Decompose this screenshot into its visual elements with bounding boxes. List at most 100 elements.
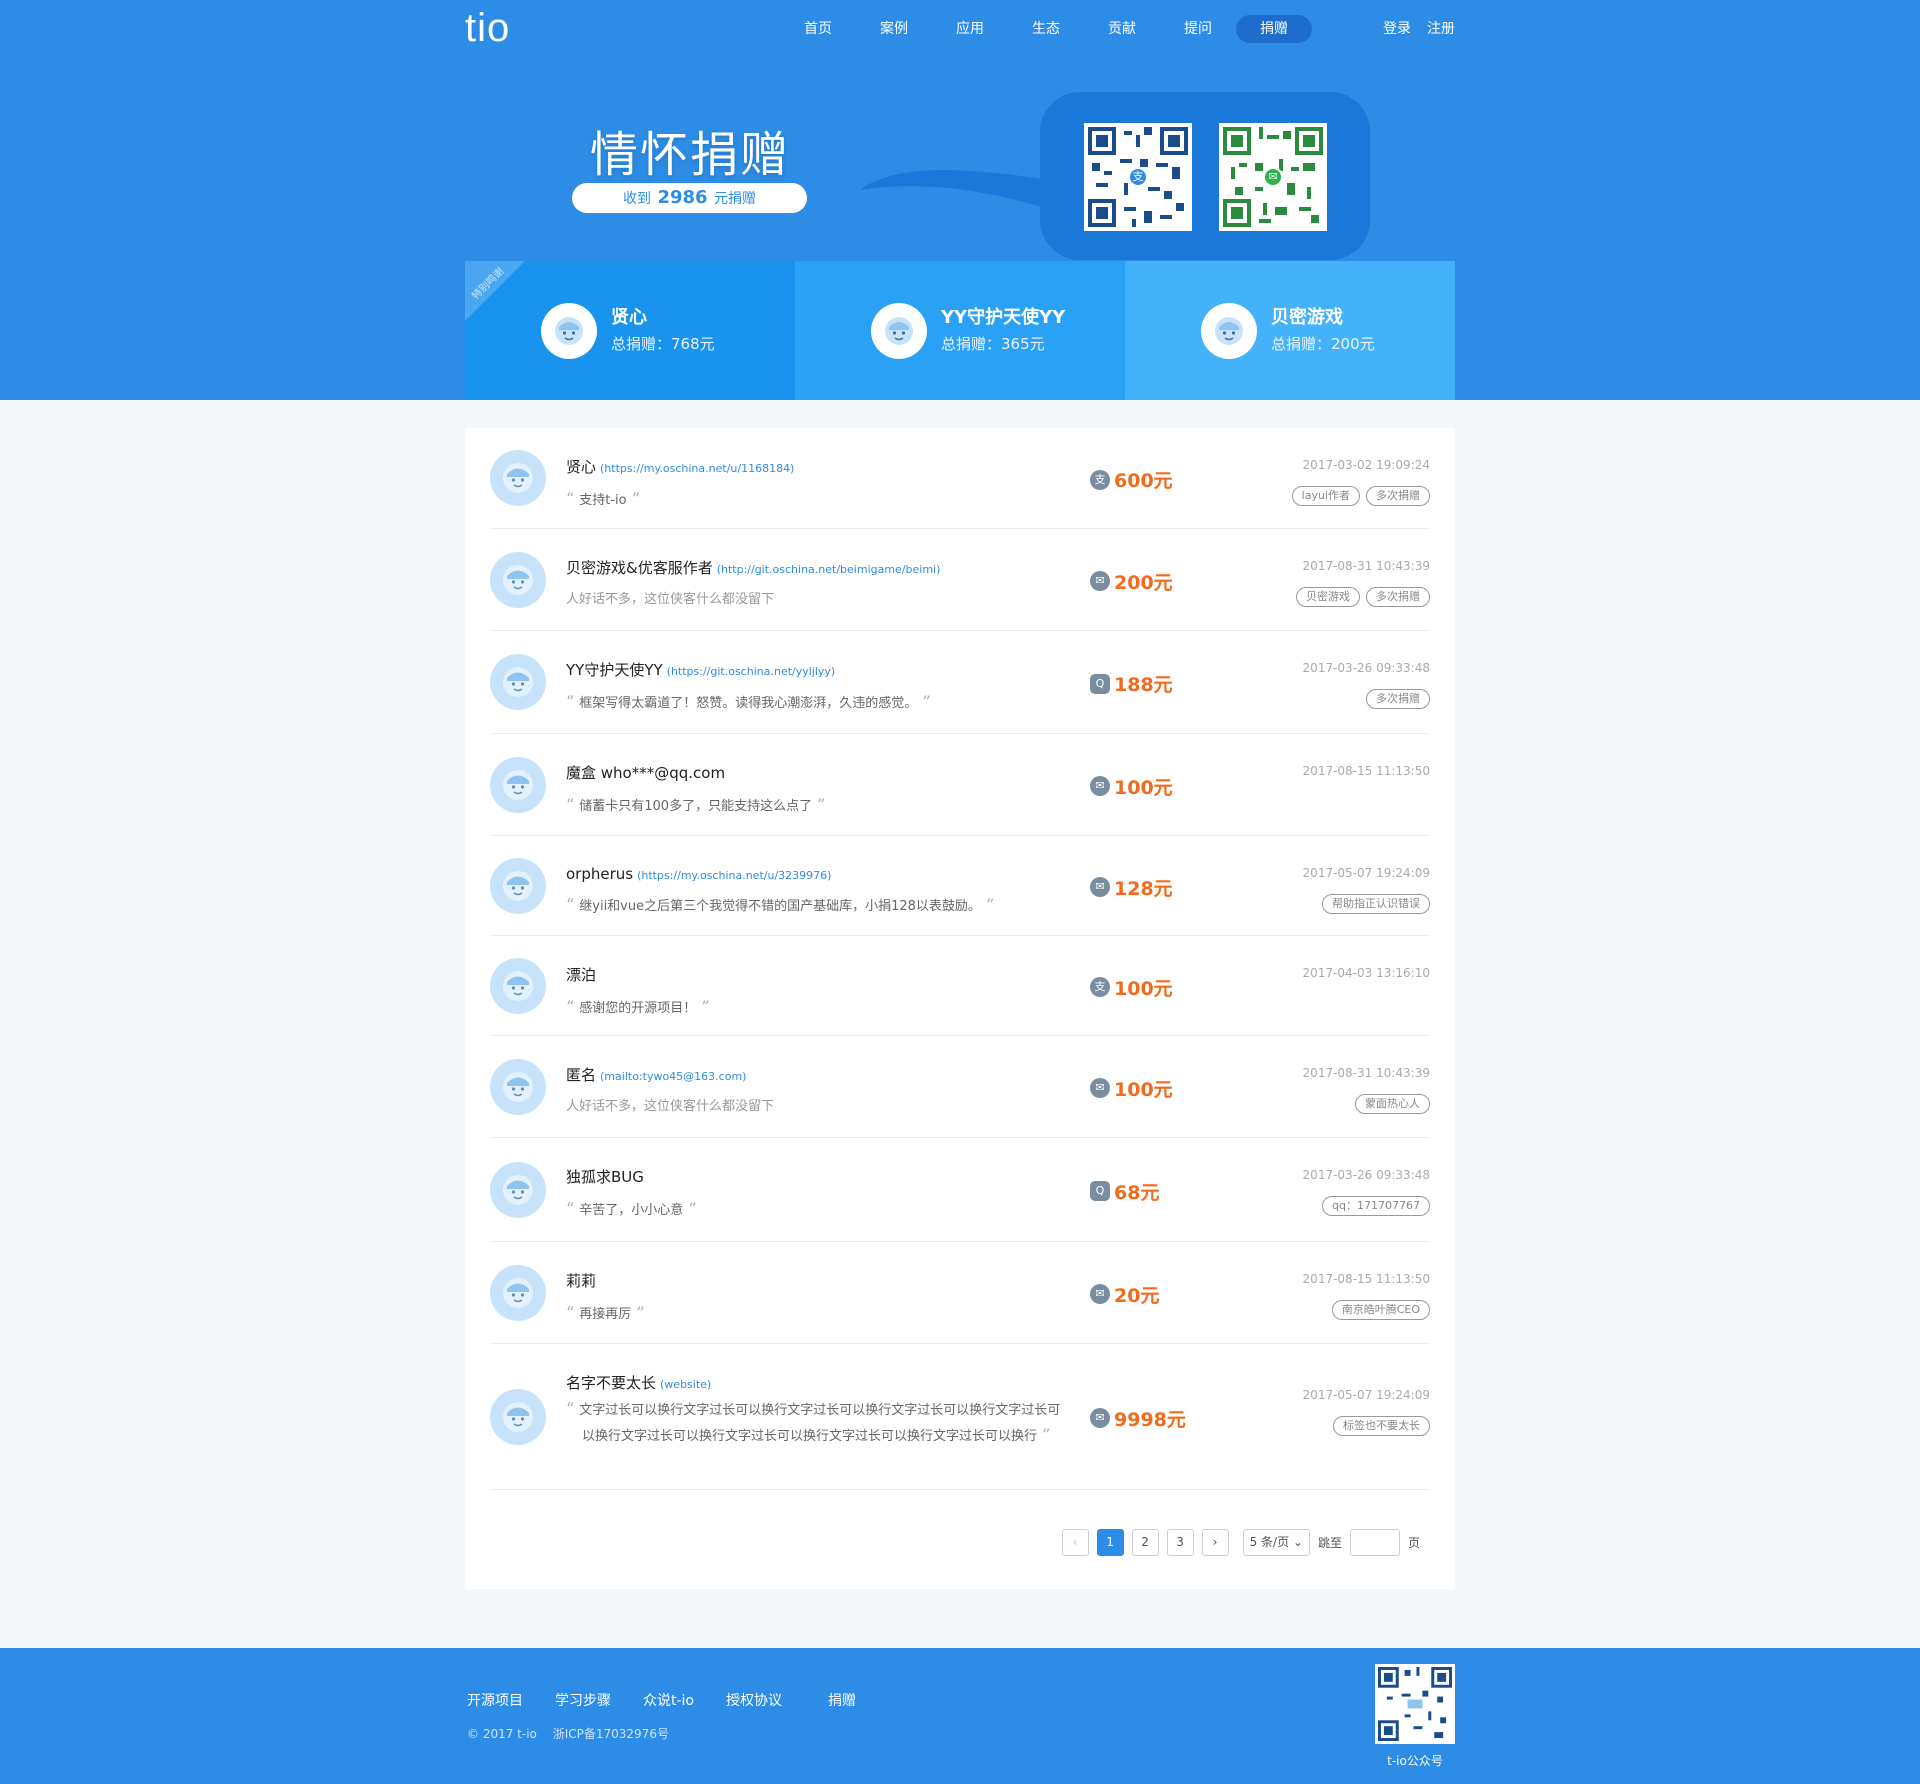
top-donor-name: 贝密游戏 (1271, 306, 1343, 328)
donation-panel: 贤心 (https://my.oschina.net/u/1168184) “ 支持… (465, 428, 1455, 1589)
avatar (490, 756, 546, 813)
donation-amount: Q 188元 (1090, 670, 1173, 697)
top-donor-total: 总捐赠：200元 (1271, 334, 1375, 353)
page-button-3[interactable]: 3 (1166, 1529, 1194, 1556)
amount-value: 188元 (1114, 674, 1173, 696)
close-quote-icon: ” (917, 692, 931, 711)
user-face-icon (1215, 316, 1243, 345)
page-button-2[interactable]: 2 (1131, 1529, 1159, 1556)
donation-meta: 2017-03-26 09:33:48 多次捐赠 (1303, 659, 1430, 709)
donor-link[interactable]: (http://git.oschina.net/beimigame/beimi) (717, 563, 941, 576)
donor-message: 框架写得太霸道了！怒赞。读得我心潮澎湃，久违的感觉。 (579, 696, 918, 711)
icp-text[interactable]: 浙ICP备17032976号 (553, 1727, 669, 1741)
main-nav: 首页 案例 应用 生态 贡献 提问 捐赠 (780, 15, 1312, 43)
donor-link[interactable]: (website) (660, 1378, 711, 1391)
donor-info: 名字不要太长 (website) “ 文字过长可以换行文字过长可以换行文字过长可以换… (566, 1372, 1066, 1449)
donation-time: 2017-05-07 19:24:09 (1302, 866, 1430, 880)
qq-icon: Q (1090, 1181, 1110, 1201)
user-face-icon (503, 769, 533, 800)
nav-ecosystem[interactable]: 生态 (1008, 15, 1084, 43)
donation-amount: ✉ 100元 (1090, 1075, 1173, 1102)
donor-link[interactable]: (mailto:tywo45@163.com) (600, 1070, 746, 1083)
footer-link-talk[interactable]: 众说t-io (643, 1690, 694, 1710)
donation-amount: 支 600元 (1090, 466, 1173, 493)
nav-apps[interactable]: 应用 (932, 15, 1008, 43)
close-quote-icon: ” (1037, 1425, 1051, 1444)
amount-value: 600元 (1114, 470, 1173, 492)
top-navbar: tio 首页 案例 应用 生态 贡献 提问 捐赠 登录 注册 (465, 0, 1455, 56)
close-quote-icon: ” (626, 489, 640, 508)
footer-link-projects[interactable]: 开源项目 (467, 1690, 523, 1710)
amount-value: 100元 (1114, 776, 1173, 799)
amount-value: 200元 (1114, 571, 1173, 594)
list-item: YY守护天使YY (https://git.oschina.net/yyljlyy… (490, 631, 1430, 734)
donor-message: 感谢您的开源项目！ (579, 1001, 697, 1016)
donor-info: orpherus (https://my.oschina.net/u/323997… (566, 864, 1086, 919)
user-face-icon (555, 316, 583, 345)
amount-value: 100元 (1114, 977, 1173, 1000)
top-donor-card: 特别鸣谢 贤心 总捐赠：768元 (465, 261, 795, 400)
next-page-button[interactable]: › (1201, 1529, 1229, 1556)
footer-link-donate[interactable]: 捐赠 (828, 1690, 856, 1710)
donor-tag: layui作者 (1291, 486, 1360, 506)
nav-contribute[interactable]: 贡献 (1084, 15, 1160, 43)
donor-info: 匿名 (mailto:tywo45@163.com) 人好话不多，这位侠客什么都没留… (566, 1064, 1086, 1119)
logo[interactable]: tio (465, 6, 510, 51)
donor-info: YY守护天使YY (https://git.oschina.net/yyljlyy… (566, 659, 1086, 716)
donation-meta: 2017-05-07 19:24:09 标签也不要太长 (1303, 1386, 1430, 1436)
nav-home[interactable]: 首页 (780, 15, 856, 43)
user-face-icon (885, 316, 913, 345)
donation-time: 2017-03-26 09:33:48 (1302, 1168, 1430, 1182)
donor-name: 莉莉 (566, 1272, 597, 1290)
donor-message: 继yii和vue之后第三个我觉得不错的国产基础库，小捐128以表鼓励。 (579, 899, 981, 914)
donor-name: 贤心 (566, 458, 597, 476)
nav-cases[interactable]: 案例 (856, 15, 932, 43)
page-button-1[interactable]: 1 (1096, 1529, 1124, 1556)
nav-donate[interactable]: 捐赠 (1236, 15, 1312, 43)
donor-message-wrap: “ 框架写得太霸道了！怒赞。读得我心潮澎湃，久违的感觉。 ” (566, 690, 1086, 716)
user-face-icon (503, 463, 533, 493)
page-size-select[interactable]: 5 条/页 ⌄ (1242, 1529, 1310, 1556)
top-donors: 特别鸣谢 贤心 总捐赠：768元 YY守护天使YY 总捐赠：365元 贝密游戏 … (465, 261, 1455, 400)
donor-name: 匿名 (566, 1066, 597, 1084)
hero-section: tio 首页 案例 应用 生态 贡献 提问 捐赠 登录 注册 情怀捐赠 收到 2… (0, 0, 1920, 400)
nav-ask[interactable]: 提问 (1160, 15, 1236, 43)
top-donor-card: YY守护天使YY 总捐赠：365元 (795, 261, 1125, 400)
donation-amount: ✉ 20元 (1090, 1281, 1159, 1308)
jump-page-input[interactable] (1349, 1529, 1400, 1556)
tag-list: 蒙面热心人 (1303, 1094, 1430, 1114)
qq-icon: Q (1090, 673, 1110, 694)
donor-name: 魔盒 who***@qq.com (566, 764, 726, 782)
list-item: orpherus (https://my.oschina.net/u/323997… (490, 836, 1430, 936)
donor-message-wrap: “ 支持t-io ” (566, 487, 1086, 513)
page-size-value: 5 条/页 (1249, 1535, 1290, 1549)
footer-link-license[interactable]: 授权协议 (726, 1690, 782, 1710)
user-face-icon (503, 970, 533, 1001)
donor-message: 人好话不多，这位侠客什么都没留下 (566, 1099, 775, 1114)
user-face-icon (503, 564, 533, 595)
tag-list: 贝密游戏 多次捐赠 (1296, 587, 1430, 607)
avatar (490, 654, 546, 710)
open-quote-icon: “ (566, 692, 580, 711)
amount-value: 9998元 (1114, 1408, 1186, 1431)
donor-link[interactable]: (https://my.oschina.net/u/3239976) (637, 869, 831, 882)
top-donor-name: YY守护天使YY (941, 306, 1066, 328)
donor-tag: 贝密游戏 (1296, 587, 1360, 607)
donor-link[interactable]: (https://git.oschina.net/yyljlyy) (667, 665, 836, 678)
donor-name: orpherus (566, 865, 634, 883)
footer-link-learn[interactable]: 学习步骤 (555, 1690, 611, 1710)
tag-list: 多次捐赠 (1303, 689, 1430, 709)
alipay-icon: 支 (1090, 977, 1110, 997)
donor-link[interactable]: (https://my.oschina.net/u/1168184) (600, 462, 794, 475)
prev-page-button[interactable]: ‹ (1061, 1529, 1089, 1556)
avatar (1201, 302, 1257, 359)
login-link[interactable]: 登录 (1383, 15, 1411, 43)
received-total-badge: 收到 2986 元捐赠 (572, 183, 807, 213)
donor-message: 文字过长可以换行文字过长可以换行文字过长可以换行文字过长可以换行文字过长可以换行… (579, 1403, 1061, 1444)
register-link[interactable]: 注册 (1427, 15, 1455, 43)
footer-qr-pattern (1378, 1667, 1452, 1741)
close-quote-icon: ” (696, 997, 710, 1016)
copyright: © 2017 t-io 浙ICP备17032976号 (467, 1725, 681, 1742)
received-prefix: 收到 (622, 191, 651, 207)
donation-meta: 2017-05-07 19:24:09 帮助指正认识错误 (1303, 864, 1430, 914)
